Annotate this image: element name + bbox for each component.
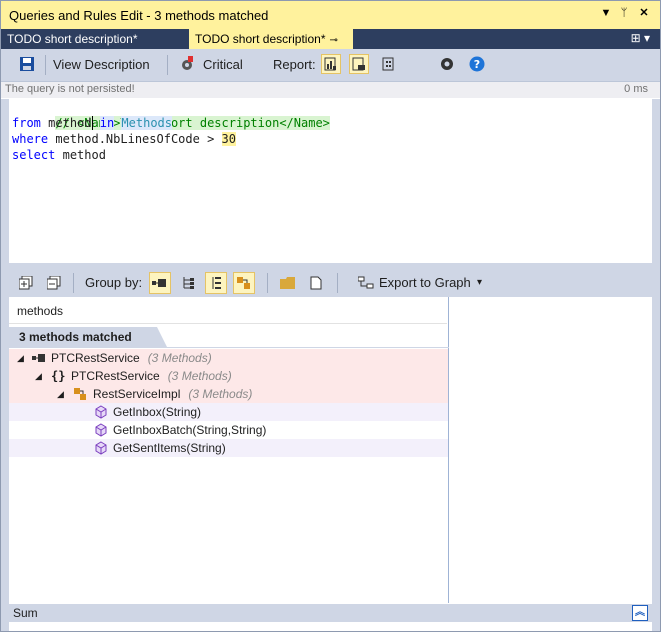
folder-icon: [280, 277, 295, 289]
class-icon: [237, 277, 250, 289]
expand-all-button[interactable]: [15, 272, 37, 294]
window-title: Queries and Rules Edit - 3 methods match…: [9, 8, 269, 23]
query-edit-window: Queries and Rules Edit - 3 methods match…: [0, 0, 661, 632]
tab-query-2[interactable]: TODO short description* ⊸: [189, 29, 353, 49]
export-dropdown-icon[interactable]: ▾: [477, 275, 482, 291]
assembly-icon: [32, 354, 45, 362]
report-grid-icon: [382, 57, 394, 71]
code-line-3: where method.NbLinesOfCode > 30: [12, 132, 236, 146]
new-tab-dropdown-icon[interactable]: ⊞ ▾: [631, 31, 650, 45]
tree-row-method[interactable]: GetInboxBatch(String,String): [9, 421, 448, 439]
open-folder-button[interactable]: [277, 272, 299, 294]
document-icon: [310, 276, 322, 290]
group-by-class-button[interactable]: [233, 272, 255, 294]
critical-gear-icon[interactable]: [177, 54, 197, 74]
namespace-icon: {}: [51, 369, 66, 383]
group-by-assembly-button[interactable]: [149, 272, 171, 294]
class-icon: [74, 388, 86, 400]
report-document-button[interactable]: [349, 54, 369, 74]
new-document-button[interactable]: [305, 272, 327, 294]
expand-up-icon[interactable]: ︽: [632, 605, 648, 621]
code-line-1: // <Name>TODO short description</Name>: [55, 116, 330, 130]
tree-row-method[interactable]: GetSentItems(String): [9, 439, 448, 457]
persist-warning: The query is not persisted!: [5, 83, 135, 95]
results-toolbar: Group by: Export to Graph ▾: [9, 269, 652, 297]
pin-icon[interactable]: ᛘ: [617, 6, 631, 20]
collapse-arrow-icon[interactable]: ◢: [57, 385, 64, 403]
query-time: 0 ms: [624, 83, 648, 95]
assembly-icon: [152, 279, 166, 287]
sum-label: Sum: [13, 606, 38, 620]
group-by-namespace-button[interactable]: [177, 272, 199, 294]
results-panel: methods 3 methods matched ◢ PTCRestServi…: [9, 297, 652, 603]
tree-row-assembly[interactable]: ◢ PTCRestService (3 Methods): [9, 349, 448, 367]
collapse-arrow-icon[interactable]: ◢: [17, 349, 24, 367]
tab-label: TODO short description*: [195, 32, 326, 46]
results-column-header[interactable]: methods: [9, 297, 447, 324]
collapse-all-icon: [47, 276, 61, 290]
matched-count-banner: 3 methods matched: [9, 327, 169, 347]
help-icon[interactable]: ?: [467, 54, 487, 74]
collapse-all-button[interactable]: [43, 272, 65, 294]
tab-query-1[interactable]: TODO short description*: [1, 29, 177, 49]
view-description-button[interactable]: View Description: [53, 56, 150, 74]
report-chart-icon: [324, 57, 336, 71]
sum-row: Sum ︽: [9, 604, 652, 622]
save-icon: [20, 57, 34, 71]
report-document-icon: [352, 57, 365, 71]
settings-gear-icon[interactable]: [437, 54, 457, 74]
tab-pin-icon[interactable]: ⊸: [330, 35, 338, 46]
group-by-label: Group by:: [85, 275, 143, 290]
code-line-4: select method: [12, 148, 106, 162]
critical-button[interactable]: Critical: [203, 56, 243, 74]
code-line-2: from method in Methods: [12, 116, 172, 130]
report-bar-chart-button[interactable]: [321, 54, 341, 74]
dropdown-icon[interactable]: ▼: [599, 6, 613, 20]
collapse-arrow-icon[interactable]: ◢: [35, 367, 42, 385]
tree-row-method[interactable]: GetInbox(String): [9, 403, 448, 421]
method-icon: [95, 441, 107, 455]
expand-all-icon: [19, 276, 33, 290]
column-divider[interactable]: [448, 297, 449, 603]
query-status-bar: The query is not persisted! 0 ms: [1, 82, 660, 98]
svg-text:?: ?: [474, 58, 480, 71]
query-editor[interactable]: // <Name>TODO short description</Name> f…: [9, 99, 652, 261]
tree-icon: [183, 277, 194, 289]
tree-row-class[interactable]: ◢ RestServiceImpl (3 Methods): [9, 385, 448, 403]
tab-strip: TODO short description* TODO short descr…: [1, 29, 660, 49]
report-label: Report:: [273, 57, 316, 72]
title-bar: Queries and Rules Edit - 3 methods match…: [1, 1, 660, 29]
query-toolbar: View Description Critical Report: ?: [1, 49, 660, 82]
tab-label: TODO short description*: [7, 32, 138, 46]
graph-icon[interactable]: [355, 272, 377, 294]
list-tree-icon: [212, 277, 221, 289]
save-button[interactable]: [17, 54, 37, 74]
method-icon: [95, 405, 107, 419]
method-icon: [95, 423, 107, 437]
tree-row-namespace[interactable]: ◢ {} PTCRestService (3 Methods): [9, 367, 448, 385]
group-by-type-button[interactable]: [205, 272, 227, 294]
report-grid-button[interactable]: [379, 54, 399, 74]
export-to-graph-button[interactable]: Export to Graph: [379, 275, 471, 291]
close-icon[interactable]: ✕: [637, 6, 651, 20]
